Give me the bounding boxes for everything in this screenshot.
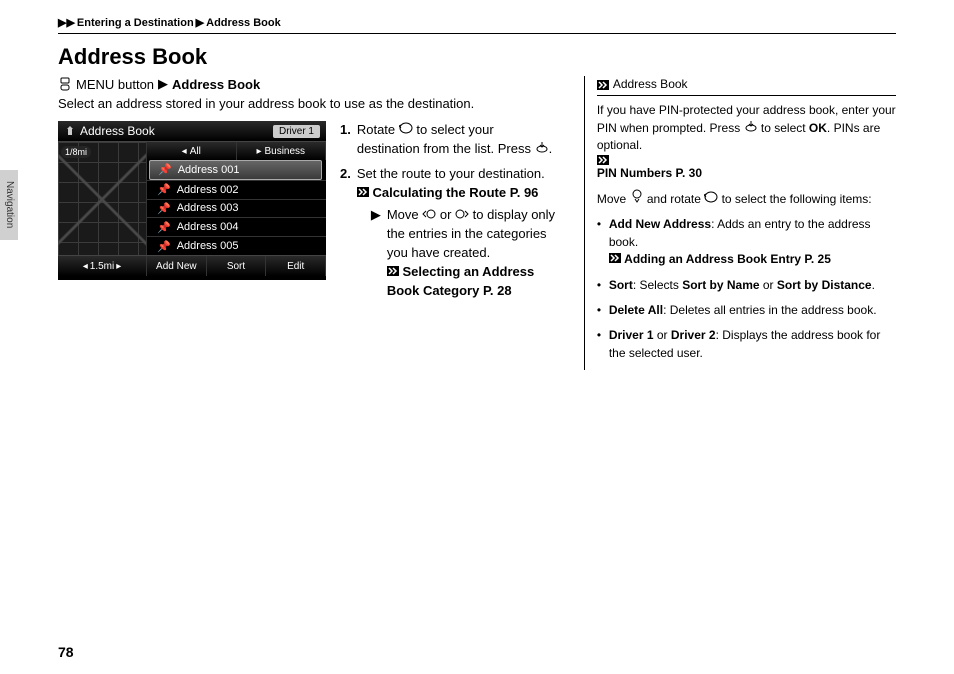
menu-button-label: MENU button [76,77,154,92]
ss-map: 1/8mi [58,142,147,255]
triangle-icon: ▶ [158,76,168,92]
ss-footer-btn: Add New [147,256,207,276]
link-ref: Adding an Address Book Entry P. 25 [624,252,831,266]
press-button-icon [535,141,549,153]
page-number: 78 [58,644,74,660]
link-ref-icon [609,253,621,263]
step-number: 2. [340,165,351,301]
instruction-line: MENU button ▶ Address Book [58,76,560,92]
move-down-icon [630,190,644,202]
ss-title: Address Book [64,124,155,138]
link-ref: Calculating the Route P. 96 [372,185,538,200]
step-body: Set the route to your destination. Calcu… [357,165,560,301]
breadcrumb-part1: Entering a Destination [77,17,194,29]
link-ref: PIN Numbers P. 30 [597,166,702,180]
bullet-item: Delete All: Deletes all entries in the a… [597,302,896,319]
triangle-icon: ▶ [371,206,381,300]
instruction-target: Address Book [172,77,260,92]
link-ref: Selecting an Address Book Category P. 28 [387,264,534,298]
bullet-item: Add New Address: Adds an entry to the ad… [597,216,896,268]
ss-list-item: 📌Address 005 [147,236,326,255]
ss-list-item: 📌Address 004 [147,217,326,236]
sidebar-heading-text: Address Book [613,76,688,93]
sidebar: Address Book If you have PIN-protected y… [584,76,896,370]
triangle-icon: ▶▶ [58,16,75,29]
ss-category: ▸Business [237,142,327,160]
bullet-item: Sort: Selects Sort by Name or Sort by Di… [597,277,896,294]
rotate-dial-icon [399,122,413,134]
link-ref-icon [387,266,399,276]
lead-text: Select an address stored in your address… [58,96,560,111]
link-ref-icon [597,155,896,165]
divider [58,33,896,34]
steps: 1. Rotate to select your destination fro… [340,121,560,307]
ss-footer-btn: Edit [266,256,326,276]
step-body: Rotate to select your destination from t… [357,121,560,159]
ss-list-item: 📌Address 001 [149,160,322,180]
bullet-item: Driver 1 or Driver 2: Displays the addre… [597,327,896,362]
sidebar-paragraph: If you have PIN-protected your address b… [597,102,896,182]
sidebar-paragraph: Move and rotate to select the following … [597,190,896,208]
ss-driver-badge: Driver 1 [273,125,320,138]
menu-button-icon [58,78,72,90]
press-button-icon [744,120,758,132]
breadcrumb-part2: Address Book [206,17,281,29]
ss-footer-btn: Sort [207,256,267,276]
breadcrumb: ▶▶ Entering a Destination ▶ Address Book [58,16,896,29]
step-number: 1. [340,121,351,159]
move-right-icon [455,208,469,220]
move-left-icon [422,208,436,220]
sidebar-heading-icon [597,80,609,90]
page-title: Address Book [58,44,896,70]
ss-list-item: 📌Address 003 [147,199,326,218]
ss-category: ◂All [147,142,237,160]
triangle-icon: ▶ [196,16,204,29]
ss-list-item: 📌Address 002 [147,180,326,199]
device-screenshot: Address Book Driver 1 1/8mi ◂All ▸Busine… [58,121,326,280]
ss-scale: ◂1.5mi▸ [58,256,147,276]
rotate-dial-icon [704,191,718,203]
ss-zoom: 1/8mi [61,146,91,158]
link-ref-icon [357,187,369,197]
